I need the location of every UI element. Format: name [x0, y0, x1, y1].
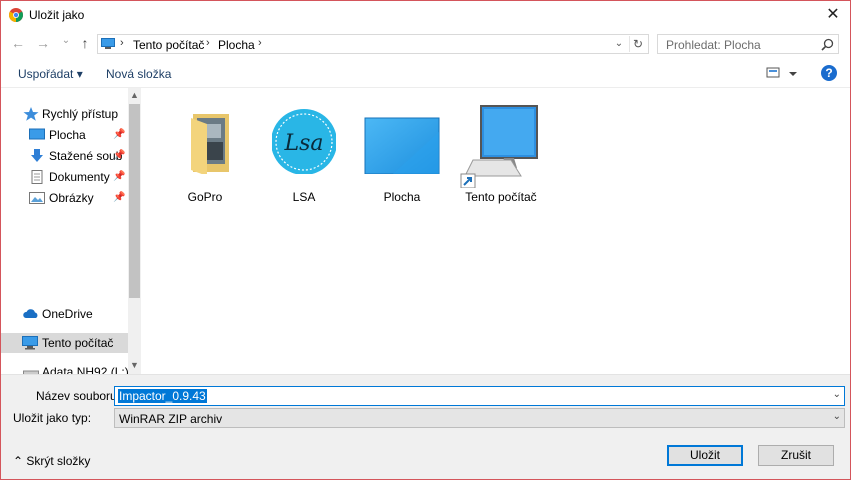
filename-field[interactable]: Impactor_0.9.43 ⌄ — [114, 386, 845, 406]
hide-folders-button[interactable]: ⌃ Skrýt složky — [13, 454, 90, 468]
document-icon — [31, 170, 43, 184]
filetype-value: WinRAR ZIP archiv — [119, 412, 223, 426]
scroll-down-icon[interactable]: ▼ — [128, 360, 141, 372]
forward-arrow-icon: → — [36, 35, 50, 51]
close-icon: ✕ — [826, 6, 840, 23]
nav-item-label: Obrázky — [49, 191, 94, 205]
lsa-logo-icon: Lsa — [272, 109, 336, 174]
download-icon — [31, 149, 43, 162]
navigation-pane: Rychlý přístup Plocha 📌 Stažené soub 📌 D… — [1, 88, 128, 374]
computer-shortcut-icon — [460, 105, 538, 188]
address-dropdown-button[interactable]: ⌄ — [612, 37, 626, 51]
close-button[interactable]: ✕ — [816, 1, 850, 29]
back-arrow-icon: ← — [11, 35, 25, 51]
cancel-button[interactable]: Zrušit — [758, 445, 834, 466]
pictures-icon — [29, 192, 45, 204]
nav-item-downloads[interactable]: Stažené soub 📌 — [1, 146, 128, 166]
help-icon[interactable]: ? — [821, 65, 837, 81]
desktop-wallpaper-icon — [364, 117, 440, 174]
search-box[interactable]: Prohledat: Plocha — [657, 34, 839, 54]
pin-icon: 📌 — [113, 150, 126, 161]
lsa-logo-text: Lsa — [283, 131, 323, 156]
address-bar[interactable]: › Tento počítač › Plocha › ⌄ ↻ — [97, 34, 649, 54]
title-bar: Uložit jako ✕ — [1, 1, 850, 29]
file-item-desktop[interactable]: Plocha — [358, 96, 446, 206]
new-folder-button[interactable]: Nová složka — [106, 67, 171, 81]
cloud-icon — [23, 309, 38, 318]
file-item-gopro[interactable]: GoPro — [161, 96, 249, 206]
file-list: GoPro Lsa LSA Plocha Tento počítač — [142, 88, 850, 374]
file-item-lsa[interactable]: Lsa LSA — [260, 96, 348, 206]
save-form: Název souboru: Impactor_0.9.43 ⌄ Uložit … — [1, 374, 850, 479]
refresh-button[interactable]: ↻ — [629, 36, 646, 52]
drive-icon — [23, 370, 39, 374]
up-button[interactable]: ↑ — [78, 34, 92, 52]
view-icon — [766, 67, 797, 78]
forward-button[interactable]: → — [36, 34, 50, 52]
breadcrumb-separator[interactable]: › — [258, 37, 262, 49]
file-label: LSA — [292, 190, 316, 204]
file-label: GoPro — [187, 190, 223, 204]
chrome-icon — [9, 8, 23, 22]
computer-icon — [22, 336, 38, 350]
scrollbar-thumb[interactable] — [129, 104, 140, 298]
file-label: Tento počítač — [465, 190, 537, 204]
pin-icon: 📌 — [113, 192, 126, 203]
breadcrumb-separator: › — [120, 37, 124, 49]
desktop-icon — [29, 128, 45, 140]
nav-item-documents[interactable]: Dokumenty 📌 — [1, 167, 128, 187]
navpane-scrollbar[interactable]: ▲ ▼ — [128, 88, 141, 374]
nav-item-this-pc[interactable]: Tento počítač — [1, 333, 128, 353]
search-icon[interactable] — [821, 38, 834, 51]
nav-item-onedrive[interactable]: OneDrive — [1, 304, 128, 324]
nav-item-quick-access[interactable]: Rychlý přístup — [1, 104, 128, 124]
breadcrumb-separator: › — [206, 37, 210, 49]
nav-item-label: OneDrive — [42, 307, 93, 321]
window-title: Uložit jako — [29, 8, 85, 22]
folder-icon — [191, 114, 229, 174]
back-button[interactable]: ← — [11, 34, 25, 52]
nav-item-label: Rychlý přístup — [42, 107, 119, 121]
nav-item-label: Dokumenty — [49, 170, 110, 184]
nav-item-pictures[interactable]: Obrázky 📌 — [1, 188, 128, 208]
filetype-label: Uložit jako typ: — [13, 411, 92, 425]
recent-locations-button[interactable]: ⌄ — [61, 32, 71, 50]
nav-item-desktop[interactable]: Plocha 📌 — [1, 125, 128, 145]
chevron-down-icon[interactable]: ⌄ — [833, 411, 841, 422]
breadcrumb-this-pc[interactable]: Tento počítač — [133, 38, 204, 52]
save-button[interactable]: Uložit — [667, 445, 743, 466]
nav-item-label: Adata NH92 (L:) — [42, 365, 128, 374]
search-placeholder: Prohledat: Plocha — [666, 38, 761, 52]
nav-item-label: Stažené soub — [49, 149, 123, 163]
nav-item-label: Plocha — [49, 128, 86, 142]
nav-item-drive-l[interactable]: Adata NH92 (L:) — [1, 362, 128, 374]
change-view-button[interactable] — [765, 64, 801, 82]
filename-value[interactable]: Impactor_0.9.43 — [118, 389, 207, 403]
up-arrow-icon: ↑ — [81, 35, 89, 51]
pin-icon: 📌 — [113, 171, 126, 182]
file-label: Plocha — [383, 190, 421, 204]
save-as-dialog: Uložit jako ✕ ← → ⌄ ↑ › Tento počítač › … — [0, 0, 851, 480]
filetype-select[interactable]: WinRAR ZIP archiv ⌄ — [114, 408, 845, 428]
pin-icon: 📌 — [113, 129, 126, 140]
command-bar: Uspořádat ▾ Nová složka — [1, 61, 850, 87]
nav-item-label: Tento počítač — [42, 336, 114, 350]
organize-menu[interactable]: Uspořádat ▾ — [18, 67, 83, 81]
star-icon — [23, 107, 39, 121]
filename-label: Název souboru: — [36, 389, 121, 403]
chevron-down-icon: ⌄ — [61, 35, 71, 46]
chevron-down-icon[interactable]: ⌄ — [833, 389, 841, 400]
breadcrumb-desktop[interactable]: Plocha — [218, 38, 255, 52]
file-item-this-pc[interactable]: Tento počítač — [457, 96, 545, 206]
scroll-up-icon[interactable]: ▲ — [128, 90, 141, 102]
computer-icon — [101, 38, 115, 49]
